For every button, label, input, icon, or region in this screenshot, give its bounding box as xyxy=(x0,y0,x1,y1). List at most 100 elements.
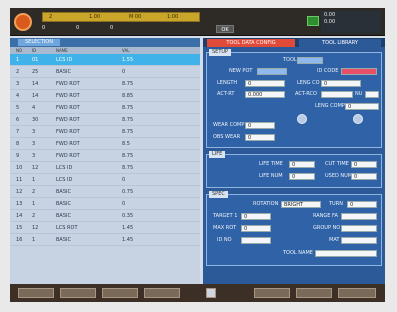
cell-name: LCS ROT xyxy=(56,225,78,231)
table-row[interactable]: 10 12 LCS ID 8.75 xyxy=(10,162,200,174)
cell-no: 14 xyxy=(16,213,23,219)
cell-name: LCS ID xyxy=(56,177,73,183)
status-strip: 2 1.00 M 00 1:00 xyxy=(42,12,200,22)
softkey-button[interactable] xyxy=(144,288,180,298)
table-row[interactable]: 2 25 BASIC 0 xyxy=(10,66,200,78)
max-rot-field[interactable]: 0 xyxy=(241,225,271,232)
mode-text: 0 xyxy=(110,25,114,31)
table-row[interactable]: 15 12 LCS ROT 1.45 xyxy=(10,222,200,234)
table-row[interactable]: 12 2 BASIC 0.75 xyxy=(10,186,200,198)
cell-no: 8 xyxy=(16,141,20,147)
cell-id: 4 xyxy=(32,105,36,111)
cell-name: FWD ROT xyxy=(56,117,80,123)
tool-list-panel: SELECTION NO ID NAME VAL 1 01 LCS ID 1.55 2 2… xyxy=(10,38,200,284)
table-row[interactable]: 4 14 FWD ROT 8.85 xyxy=(10,90,200,102)
tool-label: TOOL xyxy=(283,57,297,63)
field-label: TURN xyxy=(329,201,343,207)
table-row[interactable]: 11 1 LCS ID 0 xyxy=(10,174,200,186)
wear-comp-field[interactable]: 0 xyxy=(245,122,275,129)
field-label: LENG CO xyxy=(297,80,320,86)
cell-id: 3 xyxy=(32,129,36,135)
brand-logo-icon[interactable] xyxy=(14,13,32,31)
cell-val: 8.75 xyxy=(122,153,134,159)
cell-val: 1.45 xyxy=(122,237,134,243)
table-row[interactable]: 8 3 FWD ROT 8.5 xyxy=(10,138,200,150)
tab-tool-data[interactable]: TOOL DATA CONFIG xyxy=(207,39,295,47)
act-rco-field[interactable] xyxy=(321,91,353,98)
mode-text: 0 xyxy=(42,25,46,31)
cell-no: 1 xyxy=(16,57,20,63)
cell-val: 0 xyxy=(122,69,126,75)
field-label: LIFE TIME xyxy=(259,161,283,167)
turn-field[interactable]: 0 xyxy=(347,201,377,208)
list-title-tab[interactable]: SELECTION xyxy=(18,39,60,46)
cell-id: 2 xyxy=(32,213,36,219)
table-row[interactable]: 5 4 FWD ROT 8.75 xyxy=(10,102,200,114)
softkey-button[interactable] xyxy=(60,288,96,298)
cell-no: 10 xyxy=(16,165,23,171)
life-num-field[interactable]: 0 xyxy=(289,173,315,180)
length-comp-field[interactable]: 0 xyxy=(321,80,361,87)
cell-val: 8.5 xyxy=(122,141,130,147)
softkey-button[interactable] xyxy=(18,288,54,298)
ok-button[interactable]: OK xyxy=(216,25,234,33)
cell-id: 14 xyxy=(32,81,39,87)
info-line: 0.00 xyxy=(324,12,336,18)
cell-name: BASIC xyxy=(56,69,71,75)
used-num-field[interactable]: 0 xyxy=(351,173,377,180)
softkey-button[interactable] xyxy=(102,288,138,298)
id-field[interactable] xyxy=(241,237,271,244)
nu-field[interactable] xyxy=(365,91,379,98)
cell-val: 8.75 xyxy=(122,105,134,111)
cell-id: 14 xyxy=(32,93,39,99)
toggle-icon[interactable] xyxy=(297,114,307,124)
life-time-field[interactable]: 0 xyxy=(289,161,315,168)
table-row[interactable]: 3 14 FWD ROT 8.75 xyxy=(10,78,200,90)
softkey-button[interactable] xyxy=(254,288,290,298)
rotation-select[interactable]: BRIGHT xyxy=(281,201,321,208)
target-field[interactable]: 0 xyxy=(241,213,271,220)
table-row[interactable]: 6 30 FWD ROT 8.75 xyxy=(10,114,200,126)
id-code-field[interactable] xyxy=(341,68,377,75)
tool-field[interactable] xyxy=(297,57,323,64)
table-row[interactable]: 16 1 BASIC 1.45 xyxy=(10,234,200,246)
cell-id: 12 xyxy=(32,225,39,231)
cell-id: 1 xyxy=(32,177,36,183)
field-label: TARGET 1 xyxy=(213,213,238,219)
field-label: GROUP NO xyxy=(313,225,341,231)
tab-tool-library[interactable]: TOOL LIBRARY xyxy=(299,39,381,47)
tool-name-field[interactable] xyxy=(315,250,377,257)
bottom-softkey-bar xyxy=(10,284,385,302)
cell-no: 16 xyxy=(16,237,23,243)
table-row[interactable]: 14 2 BASIC 0.35 xyxy=(10,210,200,222)
act-rt-field[interactable]: 0.000 xyxy=(245,91,285,98)
cell-name: LCS ID xyxy=(56,57,73,63)
cell-name: FWD ROT xyxy=(56,129,80,135)
mat-field[interactable] xyxy=(341,237,377,244)
table-row[interactable]: 9 3 FWD ROT 8.75 xyxy=(10,150,200,162)
table-row[interactable]: 1 01 LCS ID 1.55 xyxy=(10,54,200,66)
status-text: 2 xyxy=(49,14,53,20)
section-title: SETUP xyxy=(209,49,232,56)
range-field[interactable] xyxy=(341,213,377,220)
page-indicator-icon[interactable] xyxy=(206,288,216,298)
table-row[interactable]: 13 1 BASIC 0 xyxy=(10,198,200,210)
toggle-icon[interactable] xyxy=(353,114,363,124)
group-field[interactable] xyxy=(341,225,377,232)
table-row[interactable]: 7 3 FWD ROT 8.75 xyxy=(10,126,200,138)
cell-name: BASIC xyxy=(56,189,71,195)
softkey-button[interactable] xyxy=(296,288,332,298)
leng-comp-field[interactable]: 0 xyxy=(345,103,379,110)
softkey-button[interactable] xyxy=(338,288,376,298)
cell-val: 0 xyxy=(122,177,126,183)
cell-no: 4 xyxy=(16,93,20,99)
cell-name: BASIC xyxy=(56,237,71,243)
new-pot-field[interactable] xyxy=(257,68,287,75)
length-field[interactable]: 0 xyxy=(245,80,285,87)
cut-time-field[interactable]: 0 xyxy=(351,161,377,168)
obs-wear-field[interactable]: 0 xyxy=(245,134,275,141)
cell-id: 1 xyxy=(32,201,36,207)
cell-id: 12 xyxy=(32,165,39,171)
cell-name: FWD ROT xyxy=(56,105,80,111)
status-text: 1.00 xyxy=(89,14,101,20)
